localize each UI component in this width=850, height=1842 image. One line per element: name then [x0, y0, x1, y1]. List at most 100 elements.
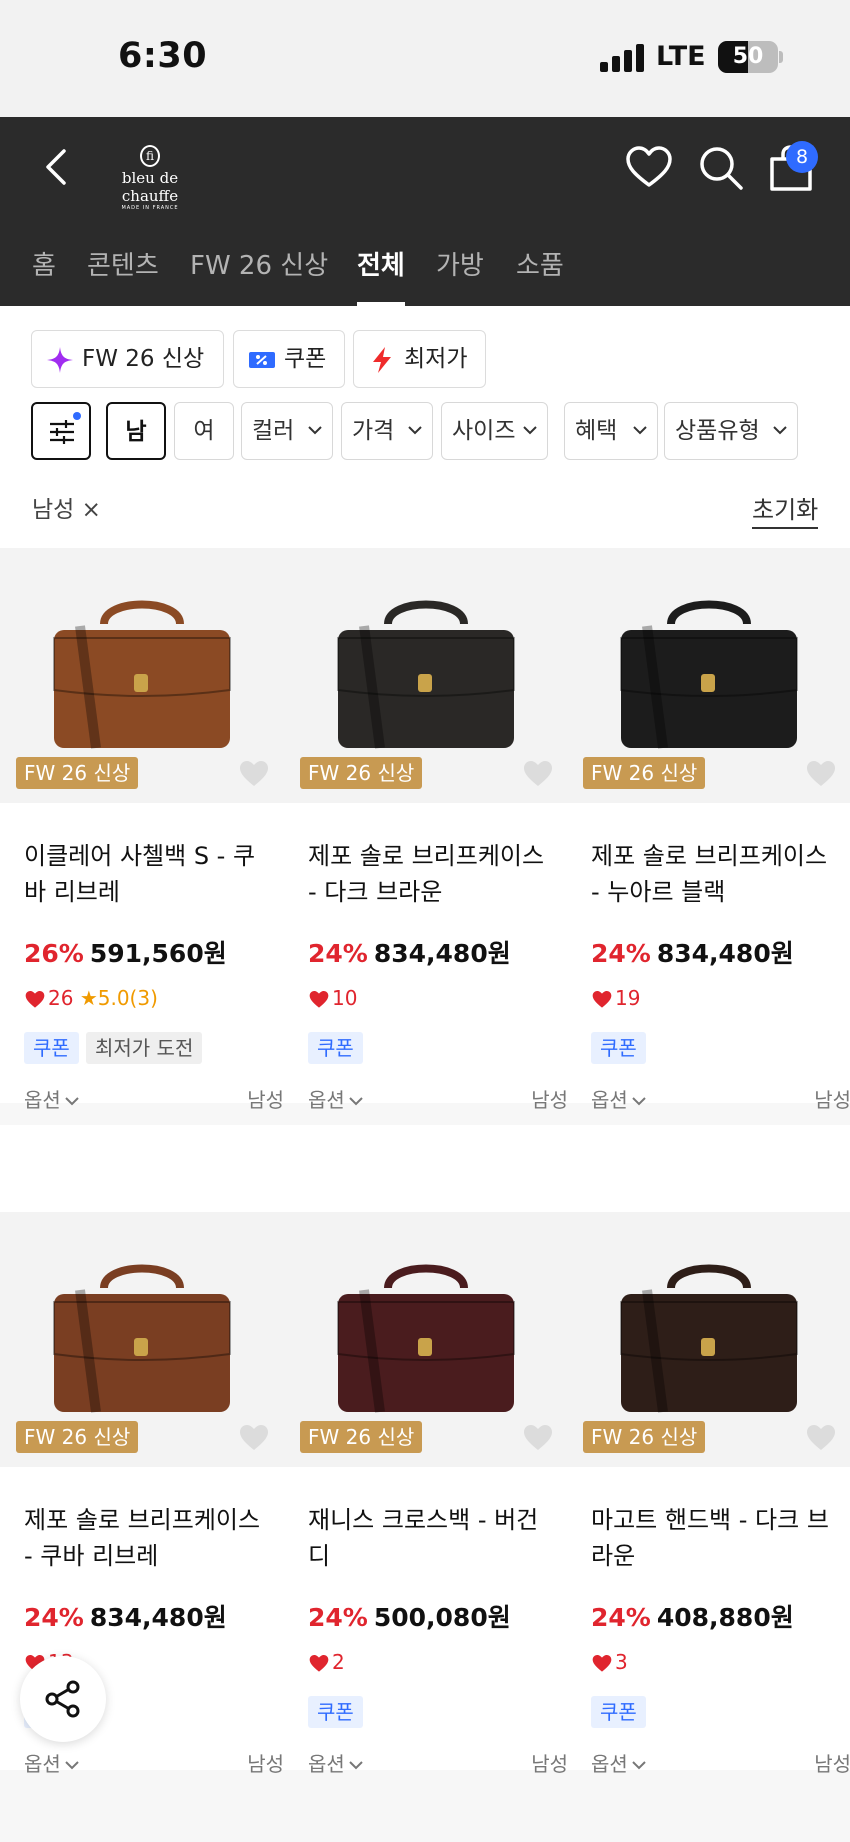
filter-gender-male[interactable]: 남 — [106, 402, 166, 460]
chevron-down-icon — [633, 426, 647, 435]
option-dropdown[interactable]: 옵션 — [24, 1084, 79, 1113]
likes-row: 3 — [591, 1650, 628, 1674]
filter-size-label: 사이즈 — [452, 418, 516, 444]
share-button[interactable] — [20, 1656, 106, 1742]
tab-all[interactable]: 전체 — [357, 245, 405, 306]
product-name[interactable]: 제포 솔로 브리프케이스 - 다크 브라운 — [308, 838, 558, 910]
likes-row: 19 — [591, 986, 640, 1010]
chip-lowest-price[interactable]: 최저가 — [353, 330, 486, 388]
applied-filter-male[interactable]: 남성 × — [32, 490, 101, 524]
option-label: 옵션 — [591, 1088, 628, 1112]
reset-button[interactable]: 초기화 — [752, 490, 819, 529]
sparkle-icon — [47, 347, 73, 373]
like-heart-icon — [309, 991, 329, 1008]
price: 408,880원 — [656, 1603, 794, 1632]
filter-benefit[interactable]: 혜택 — [564, 402, 658, 460]
gender-label: 남성 — [247, 1088, 284, 1112]
wishlist-heart-icon[interactable] — [522, 1422, 554, 1452]
share-icon — [45, 1680, 80, 1718]
likes-row: 2 — [308, 1650, 345, 1674]
option-dropdown[interactable]: 옵션 — [24, 1748, 79, 1777]
new-season-badge: FW 26 신상 — [583, 1421, 706, 1453]
sliders-icon — [50, 420, 74, 444]
option-label: 옵션 — [24, 1752, 61, 1776]
coupon-tag: 쿠폰 — [24, 1032, 79, 1064]
chip-fw26-new[interactable]: FW 26 신상 — [31, 330, 224, 388]
wishlist-heart-icon[interactable] — [238, 758, 270, 788]
wishlist-heart-icon[interactable] — [805, 758, 837, 788]
chevron-down-icon — [308, 426, 322, 435]
row-divider — [0, 1103, 850, 1125]
search-icon[interactable] — [696, 143, 746, 193]
option-dropdown[interactable]: 옵션 — [308, 1748, 363, 1777]
product-name[interactable]: 재니스 크로스백 - 버건디 — [308, 1502, 558, 1574]
chip-coupon[interactable]: 쿠폰 — [233, 330, 345, 388]
filter-size[interactable]: 사이즈 — [441, 402, 548, 460]
price: 834,480원 — [373, 939, 511, 968]
new-season-badge: FW 26 신상 — [583, 757, 706, 789]
chevron-down-icon — [632, 1761, 646, 1770]
price: 500,080원 — [373, 1603, 511, 1632]
likes-row: 10 — [308, 986, 357, 1010]
chevron-down-icon — [349, 1097, 363, 1106]
filter-color-label: 컬러 — [252, 418, 295, 444]
like-count: 10 — [332, 986, 358, 1010]
coupon-tag: 쿠폰 — [308, 1032, 363, 1064]
product-name[interactable]: 제포 솔로 브리프케이스 - 쿠바 리브레 — [24, 1502, 274, 1574]
chevron-down-icon — [408, 426, 422, 435]
back-icon[interactable] — [40, 145, 74, 189]
product-name[interactable]: 제포 솔로 브리프케이스 - 누아르 블랙 — [591, 838, 841, 910]
heart-icon[interactable] — [624, 143, 674, 193]
wishlist-heart-icon[interactable] — [805, 1422, 837, 1452]
gender-label: 남성 — [814, 1752, 850, 1776]
filter-settings-button[interactable] — [31, 402, 91, 460]
wishlist-heart-icon[interactable] — [238, 1422, 270, 1452]
price: 834,480원 — [656, 939, 794, 968]
category-tabs: 홈 콘텐츠 FW 26 신상 전체 가방 소품 — [0, 237, 850, 306]
rating: ★5.0(3) — [79, 986, 158, 1010]
option-dropdown[interactable]: 옵션 — [308, 1084, 363, 1113]
discount-rate: 24% — [24, 1603, 84, 1632]
price-row: 24% 834,480원 — [308, 934, 511, 970]
new-season-badge: FW 26 신상 — [16, 1421, 139, 1453]
price-row: 24% 834,480원 — [591, 934, 794, 970]
product-name[interactable]: 마고트 핸드백 - 다크 브라운 — [591, 1502, 841, 1574]
wishlist-heart-icon[interactable] — [522, 758, 554, 788]
tab-home[interactable]: 홈 — [32, 245, 56, 306]
like-heart-icon — [309, 1655, 329, 1672]
like-heart-icon — [592, 991, 612, 1008]
filter-price[interactable]: 가격 — [341, 402, 433, 460]
tab-fw26-new[interactable]: FW 26 신상 — [190, 245, 328, 306]
price: 834,480원 — [89, 1603, 227, 1632]
discount-rate: 24% — [308, 939, 368, 968]
filter-gender-female[interactable]: 여 — [174, 402, 234, 460]
app-header: fi bleu de chauffe MADE IN FRANCE 8 홈 콘텐… — [0, 117, 850, 306]
option-dropdown[interactable]: 옵션 — [591, 1748, 646, 1777]
filter-active-dot — [73, 412, 81, 420]
coupon-tag: 쿠폰 — [591, 1032, 646, 1064]
battery-level: 50 — [732, 44, 764, 69]
like-heart-icon — [25, 991, 45, 1008]
new-season-badge: FW 26 신상 — [16, 757, 139, 789]
battery-icon: 50 — [718, 41, 778, 73]
like-heart-icon — [592, 1655, 612, 1672]
tab-contents[interactable]: 콘텐츠 — [87, 245, 159, 306]
battery-tip — [779, 51, 783, 63]
option-label: 옵션 — [591, 1752, 628, 1776]
tab-bags[interactable]: 가방 — [436, 245, 484, 306]
tab-accessories[interactable]: 소품 — [516, 245, 564, 306]
like-count: 2 — [332, 1650, 345, 1674]
new-season-badge: FW 26 신상 — [300, 757, 423, 789]
price-row: 24% 834,480원 — [24, 1598, 227, 1634]
option-label: 옵션 — [24, 1088, 61, 1112]
price: 591,560원 — [89, 939, 227, 968]
coupon-tag: 쿠폰 — [308, 1696, 363, 1728]
chevron-down-icon — [65, 1097, 79, 1106]
lightning-icon — [373, 347, 391, 373]
product-name[interactable]: 이클레어 사첼백 S - 쿠바 리브레 — [24, 838, 274, 910]
filter-product-type[interactable]: 상품유형 — [664, 402, 798, 460]
brand-logo[interactable]: fi bleu de chauffe MADE IN FRANCE — [100, 145, 200, 211]
filter-color[interactable]: 컬러 — [241, 402, 333, 460]
chevron-down-icon — [632, 1097, 646, 1106]
option-dropdown[interactable]: 옵션 — [591, 1084, 646, 1113]
